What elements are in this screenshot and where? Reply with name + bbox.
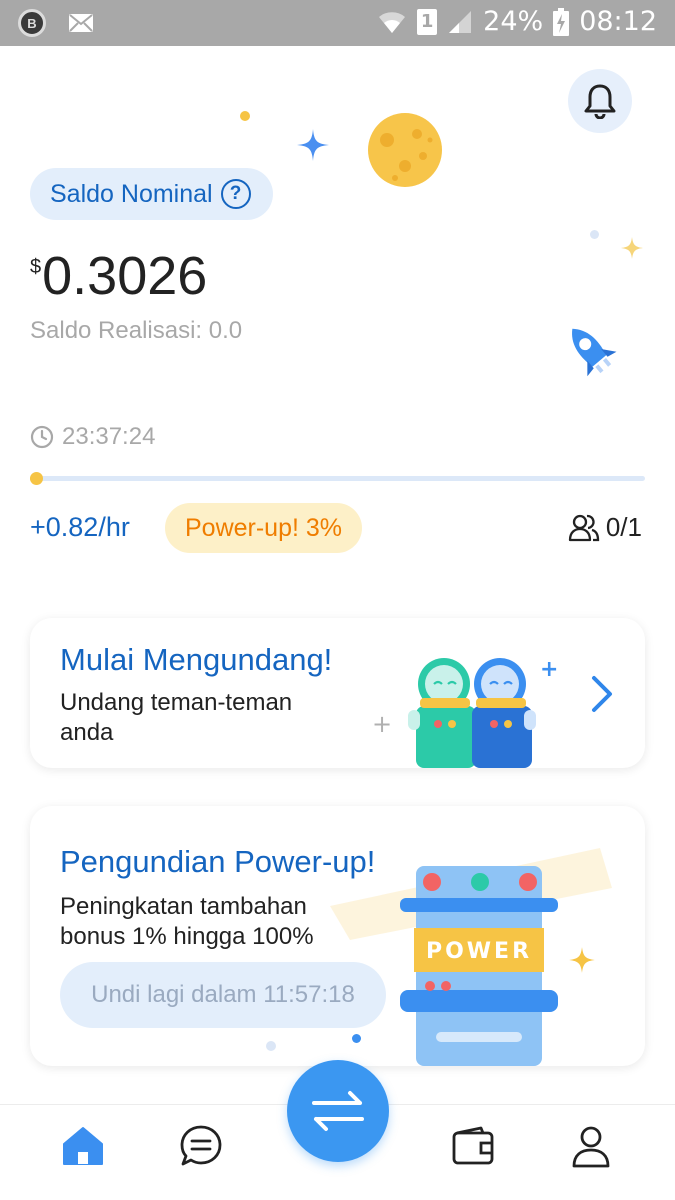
nav-chat[interactable] xyxy=(178,1123,224,1169)
battery-percent: 24% xyxy=(483,6,544,37)
timer-value: 23:37:24 xyxy=(62,423,156,450)
team-counter[interactable]: 0/1 xyxy=(568,512,642,543)
rocket-illustration xyxy=(572,328,617,377)
dot-decoration xyxy=(240,111,250,121)
profile-icon xyxy=(572,1126,610,1168)
powerup-draw-card[interactable]: Pengundian Power-up! Peningkatan tambaha… xyxy=(30,806,645,1066)
dot-decoration xyxy=(590,230,599,239)
draw-again-button[interactable]: Undi lagi dalam 11:57:18 xyxy=(60,962,386,1028)
swap-button[interactable] xyxy=(287,1060,389,1162)
nav-wallet[interactable] xyxy=(450,1123,496,1169)
mining-progress-bar xyxy=(30,472,645,485)
wifi-icon xyxy=(379,11,406,33)
mail-icon xyxy=(69,14,93,32)
draw-title: Pengundian Power-up! xyxy=(60,844,376,879)
draw-description: Peningkatan tambahan bonus 1% hingga 100… xyxy=(60,893,314,950)
saldo-nominal-label: Saldo Nominal xyxy=(50,179,213,208)
invite-card[interactable]: Mulai Mengundang! Undang teman-teman and… xyxy=(30,618,645,768)
astronauts-illustration: + + xyxy=(372,657,558,768)
swap-icon xyxy=(312,1091,364,1131)
countdown-timer: 23:37:24 xyxy=(30,423,155,451)
progress-track xyxy=(30,476,645,481)
clock-icon xyxy=(30,425,54,449)
machine-label: POWER xyxy=(426,939,532,964)
star-yellow-icon xyxy=(569,947,595,973)
svg-text:+: + xyxy=(540,657,558,682)
balance-amount: $ 0.3026 xyxy=(30,246,207,306)
notification-button[interactable] xyxy=(568,69,632,133)
signal-icon xyxy=(449,10,472,33)
clock: 08:12 xyxy=(579,6,657,37)
team-icon xyxy=(568,514,599,541)
nav-home[interactable] xyxy=(60,1123,106,1169)
wallet-icon xyxy=(452,1126,494,1165)
help-icon: ? xyxy=(220,179,251,209)
bell-icon xyxy=(584,84,616,119)
invite-description: Undang teman-teman anda xyxy=(60,689,293,746)
team-count: 0/1 xyxy=(605,512,642,542)
star-blue-icon xyxy=(297,129,329,161)
saldo-realisasi: Saldo Realisasi: 0.0 xyxy=(30,317,243,344)
chat-icon xyxy=(180,1125,222,1166)
balance-value: 0.3026 xyxy=(42,246,208,306)
powerup-badge[interactable]: Power-up! 3% xyxy=(165,503,363,553)
nav-profile[interactable] xyxy=(568,1123,614,1169)
currency-symbol: $ xyxy=(30,256,42,278)
progress-knob xyxy=(30,472,44,485)
app-badge-icon: B xyxy=(18,9,46,37)
battery-charging-icon xyxy=(553,7,570,36)
sim-icon: 1 xyxy=(417,8,438,35)
home-icon xyxy=(63,1127,103,1165)
status-bar: B 1 24% 08:12 xyxy=(0,0,675,46)
chevron-right-icon[interactable] xyxy=(586,674,616,714)
dot-decoration xyxy=(266,1041,276,1051)
star-yellow-icon xyxy=(621,237,643,259)
saldo-nominal-button[interactable]: Saldo Nominal ? xyxy=(30,168,273,220)
mining-rate: +0.82/hr xyxy=(30,512,130,542)
power-machine-illustration: POWER xyxy=(400,866,558,1066)
invite-title: Mulai Mengundang! xyxy=(60,642,333,677)
svg-text:+: + xyxy=(372,710,392,738)
moon-illustration xyxy=(368,113,442,187)
dot-decoration xyxy=(352,1034,361,1043)
